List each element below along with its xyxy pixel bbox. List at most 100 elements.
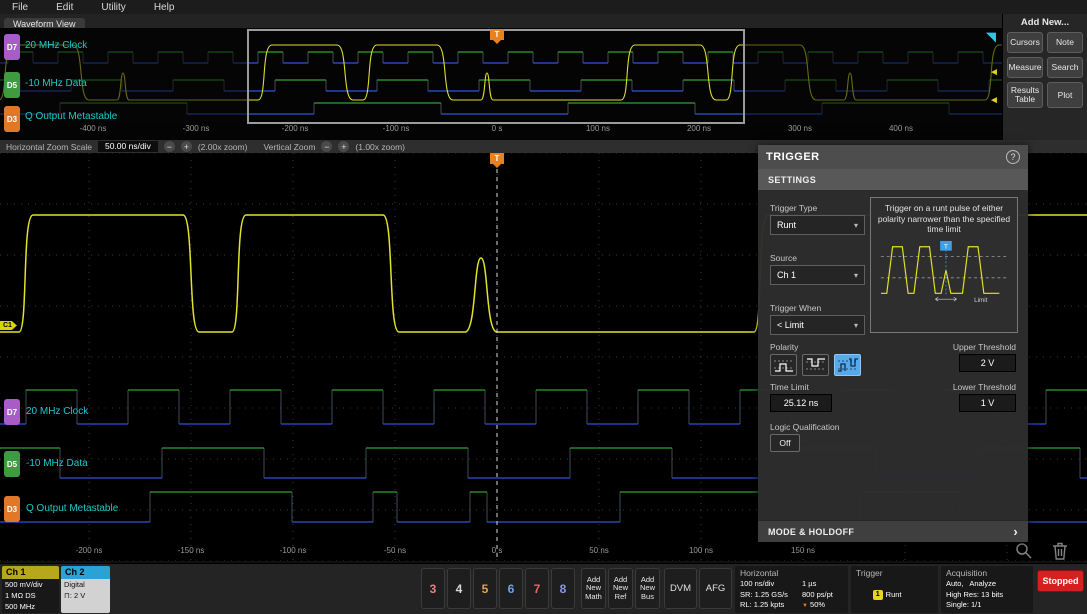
overview-time-label: 300 ns (787, 124, 813, 133)
horizontal-window: 1 µs (802, 579, 817, 588)
channel-position-marker-icon[interactable]: ◄ (989, 68, 999, 78)
h-zoom-factor: (2.00x zoom) (197, 141, 248, 152)
ch2-status-card[interactable]: Ch 2 Digital ⊓: 2 V (61, 566, 110, 613)
add-new-panel: Add New... Cursors Note Measure Search R… (1002, 14, 1087, 140)
either-runt-icon (837, 358, 858, 372)
trigger-position-flag[interactable]: T (490, 153, 504, 164)
h-zoom-plus-button[interactable]: + (180, 141, 192, 152)
channel-position-marker-icon[interactable]: ◄ (989, 96, 999, 106)
note-button[interactable]: Note (1047, 32, 1083, 53)
polarity-negative-button[interactable] (802, 354, 829, 376)
trigger-status-card[interactable]: Trigger 1Runt ⊓: < 25.12 ns U: 2 V L: 1 … (851, 566, 938, 613)
channel-badge-d5[interactable]: D5 (4, 451, 20, 477)
trigger-type-label: Trigger Type (770, 203, 818, 213)
channel-badge-d3[interactable]: D3 (4, 496, 20, 522)
horizontal-zoom-value[interactable]: 50.00 ns/div (97, 141, 158, 152)
ch2-threshold: : 2 V (69, 590, 86, 600)
overview-time-label: -300 ns (182, 124, 210, 133)
cursors-button[interactable]: Cursors (1007, 32, 1043, 53)
upper-threshold-label: Upper Threshold (952, 342, 1016, 352)
main-time-label: 50 ns (589, 546, 609, 555)
status-bar: Ch 1 500 mV/div 1 MΩ DS 500 MHz Ch 2 Dig… (0, 563, 1087, 614)
channel-7-button[interactable]: 7 (525, 568, 549, 609)
stopped-button[interactable]: Stopped (1037, 570, 1084, 592)
horizontal-resolution: 800 ps/pt (802, 589, 833, 599)
trigger-position-flag-overview[interactable]: T (490, 29, 504, 40)
time-limit-field[interactable]: 25.12 ns (770, 394, 832, 412)
chevron-down-icon: ▾ (853, 270, 858, 280)
acquisition-status-card[interactable]: Acquisition Auto, Analyze High Res: 13 b… (941, 566, 1033, 613)
polarity-either-button[interactable] (834, 354, 861, 376)
menu-file[interactable]: File (12, 2, 28, 13)
trigger-type-select[interactable]: Runt ▾ (770, 215, 865, 235)
measure-button[interactable]: Measure (1007, 57, 1043, 78)
v-zoom-minus-button[interactable]: − (321, 141, 333, 152)
negative-runt-icon (805, 358, 826, 370)
overview-time-label: -400 ns (79, 124, 107, 133)
lower-threshold-field[interactable]: 1 V (959, 394, 1016, 412)
help-icon[interactable]: ? (1006, 150, 1020, 164)
channel-label-d7: 20 MHz Clock (26, 406, 89, 417)
polarity-label: Polarity (770, 342, 799, 352)
expansion-point-icon: ▼ (802, 603, 808, 609)
ch1-status-card[interactable]: Ch 1 500 mV/div 1 MΩ DS 500 MHz (2, 566, 59, 613)
channel-label-d3: Q Output Metastable (26, 503, 119, 514)
channel-badge-d7[interactable]: D7 (4, 34, 20, 60)
plot-button[interactable]: Plot (1047, 82, 1083, 108)
acquisition-single: Single: 1/1 (946, 600, 982, 609)
trigger-description-box: Trigger on a runt pulse of either polari… (870, 197, 1018, 333)
horizontal-zoom-label: Horizontal Zoom Scale (6, 141, 92, 152)
ch1-bandwidth: 500 MHz (5, 601, 36, 611)
add-new-bus-button[interactable]: Add New Bus (635, 568, 660, 609)
zoom-magnifier-icon[interactable] (1014, 541, 1034, 561)
channel-5-button[interactable]: 5 (473, 568, 497, 609)
logic-qualification-off-button[interactable]: Off (770, 434, 800, 452)
menu-bar: File Edit Utility Help (0, 0, 1087, 14)
overview-waveform-strip[interactable]: T D7 20 MHz Clock D5 -10 MHz Data D3 Q O… (0, 28, 1002, 140)
afg-button[interactable]: AFG (699, 568, 732, 609)
h-zoom-minus-button[interactable]: − (163, 141, 175, 152)
channel-8-button[interactable]: 8 (551, 568, 575, 609)
mode-holdoff-section[interactable]: MODE & HOLDOFF › (758, 520, 1028, 542)
channel-3-button[interactable]: 3 (421, 568, 445, 609)
trigger-type-value: Runt (777, 220, 797, 230)
trigger-config-panel: TRIGGER ? SETTINGS Trigger Type Runt ▾ S… (758, 145, 1028, 542)
svg-text:T: T (944, 244, 948, 251)
dvm-button[interactable]: DVM (664, 568, 697, 609)
search-button[interactable]: Search (1047, 57, 1083, 78)
menu-utility[interactable]: Utility (101, 2, 125, 13)
results-table-button[interactable]: Results Table (1007, 82, 1043, 108)
tab-settings[interactable]: SETTINGS (758, 169, 1028, 190)
ch1-scale: 500 mV/div (5, 580, 43, 589)
channel-label-d5: -10 MHz Data (26, 458, 88, 469)
ch2-badge: Ch 2 (61, 566, 110, 579)
lower-threshold-label: Lower Threshold (952, 382, 1016, 392)
channel-badge-d7[interactable]: D7 (4, 399, 20, 425)
add-new-ref-button[interactable]: Add New Ref (608, 568, 633, 609)
trigger-when-select[interactable]: < Limit ▾ (770, 315, 865, 335)
channel-badge-d5[interactable]: D5 (4, 72, 20, 98)
channel-badge-d3[interactable]: D3 (4, 106, 20, 132)
overview-dim-right (745, 28, 1002, 122)
menu-help[interactable]: Help (154, 2, 175, 13)
source-select[interactable]: Ch 1 ▾ (770, 265, 865, 285)
upper-threshold-field[interactable]: 2 V (959, 354, 1016, 372)
menu-edit[interactable]: Edit (56, 2, 73, 13)
channel-4-button[interactable]: 4 (447, 568, 471, 609)
overview-time-label: 400 ns (888, 124, 914, 133)
main-time-label: 100 ns (688, 546, 714, 555)
trash-icon[interactable] (1048, 539, 1072, 561)
main-time-label: -150 ns (177, 546, 205, 555)
add-new-math-button[interactable]: Add New Math (581, 568, 606, 609)
tab-row: Waveform View (0, 14, 1002, 30)
positive-runt-icon (773, 360, 794, 372)
v-zoom-plus-button[interactable]: + (338, 141, 350, 152)
time-limit-label: Time Limit (770, 382, 809, 392)
polarity-positive-button[interactable] (770, 354, 797, 376)
horizontal-status-card[interactable]: Horizontal 100 ns/div 1 µs SR: 1.25 GS/s… (735, 566, 848, 613)
channel-label-d7: 20 MHz Clock (25, 40, 88, 51)
trigger-level-indicator-icon[interactable]: ◥ (986, 30, 996, 43)
trigger-panel-header: TRIGGER ? (758, 145, 1028, 169)
main-time-label: -200 ns (75, 546, 103, 555)
channel-6-button[interactable]: 6 (499, 568, 523, 609)
